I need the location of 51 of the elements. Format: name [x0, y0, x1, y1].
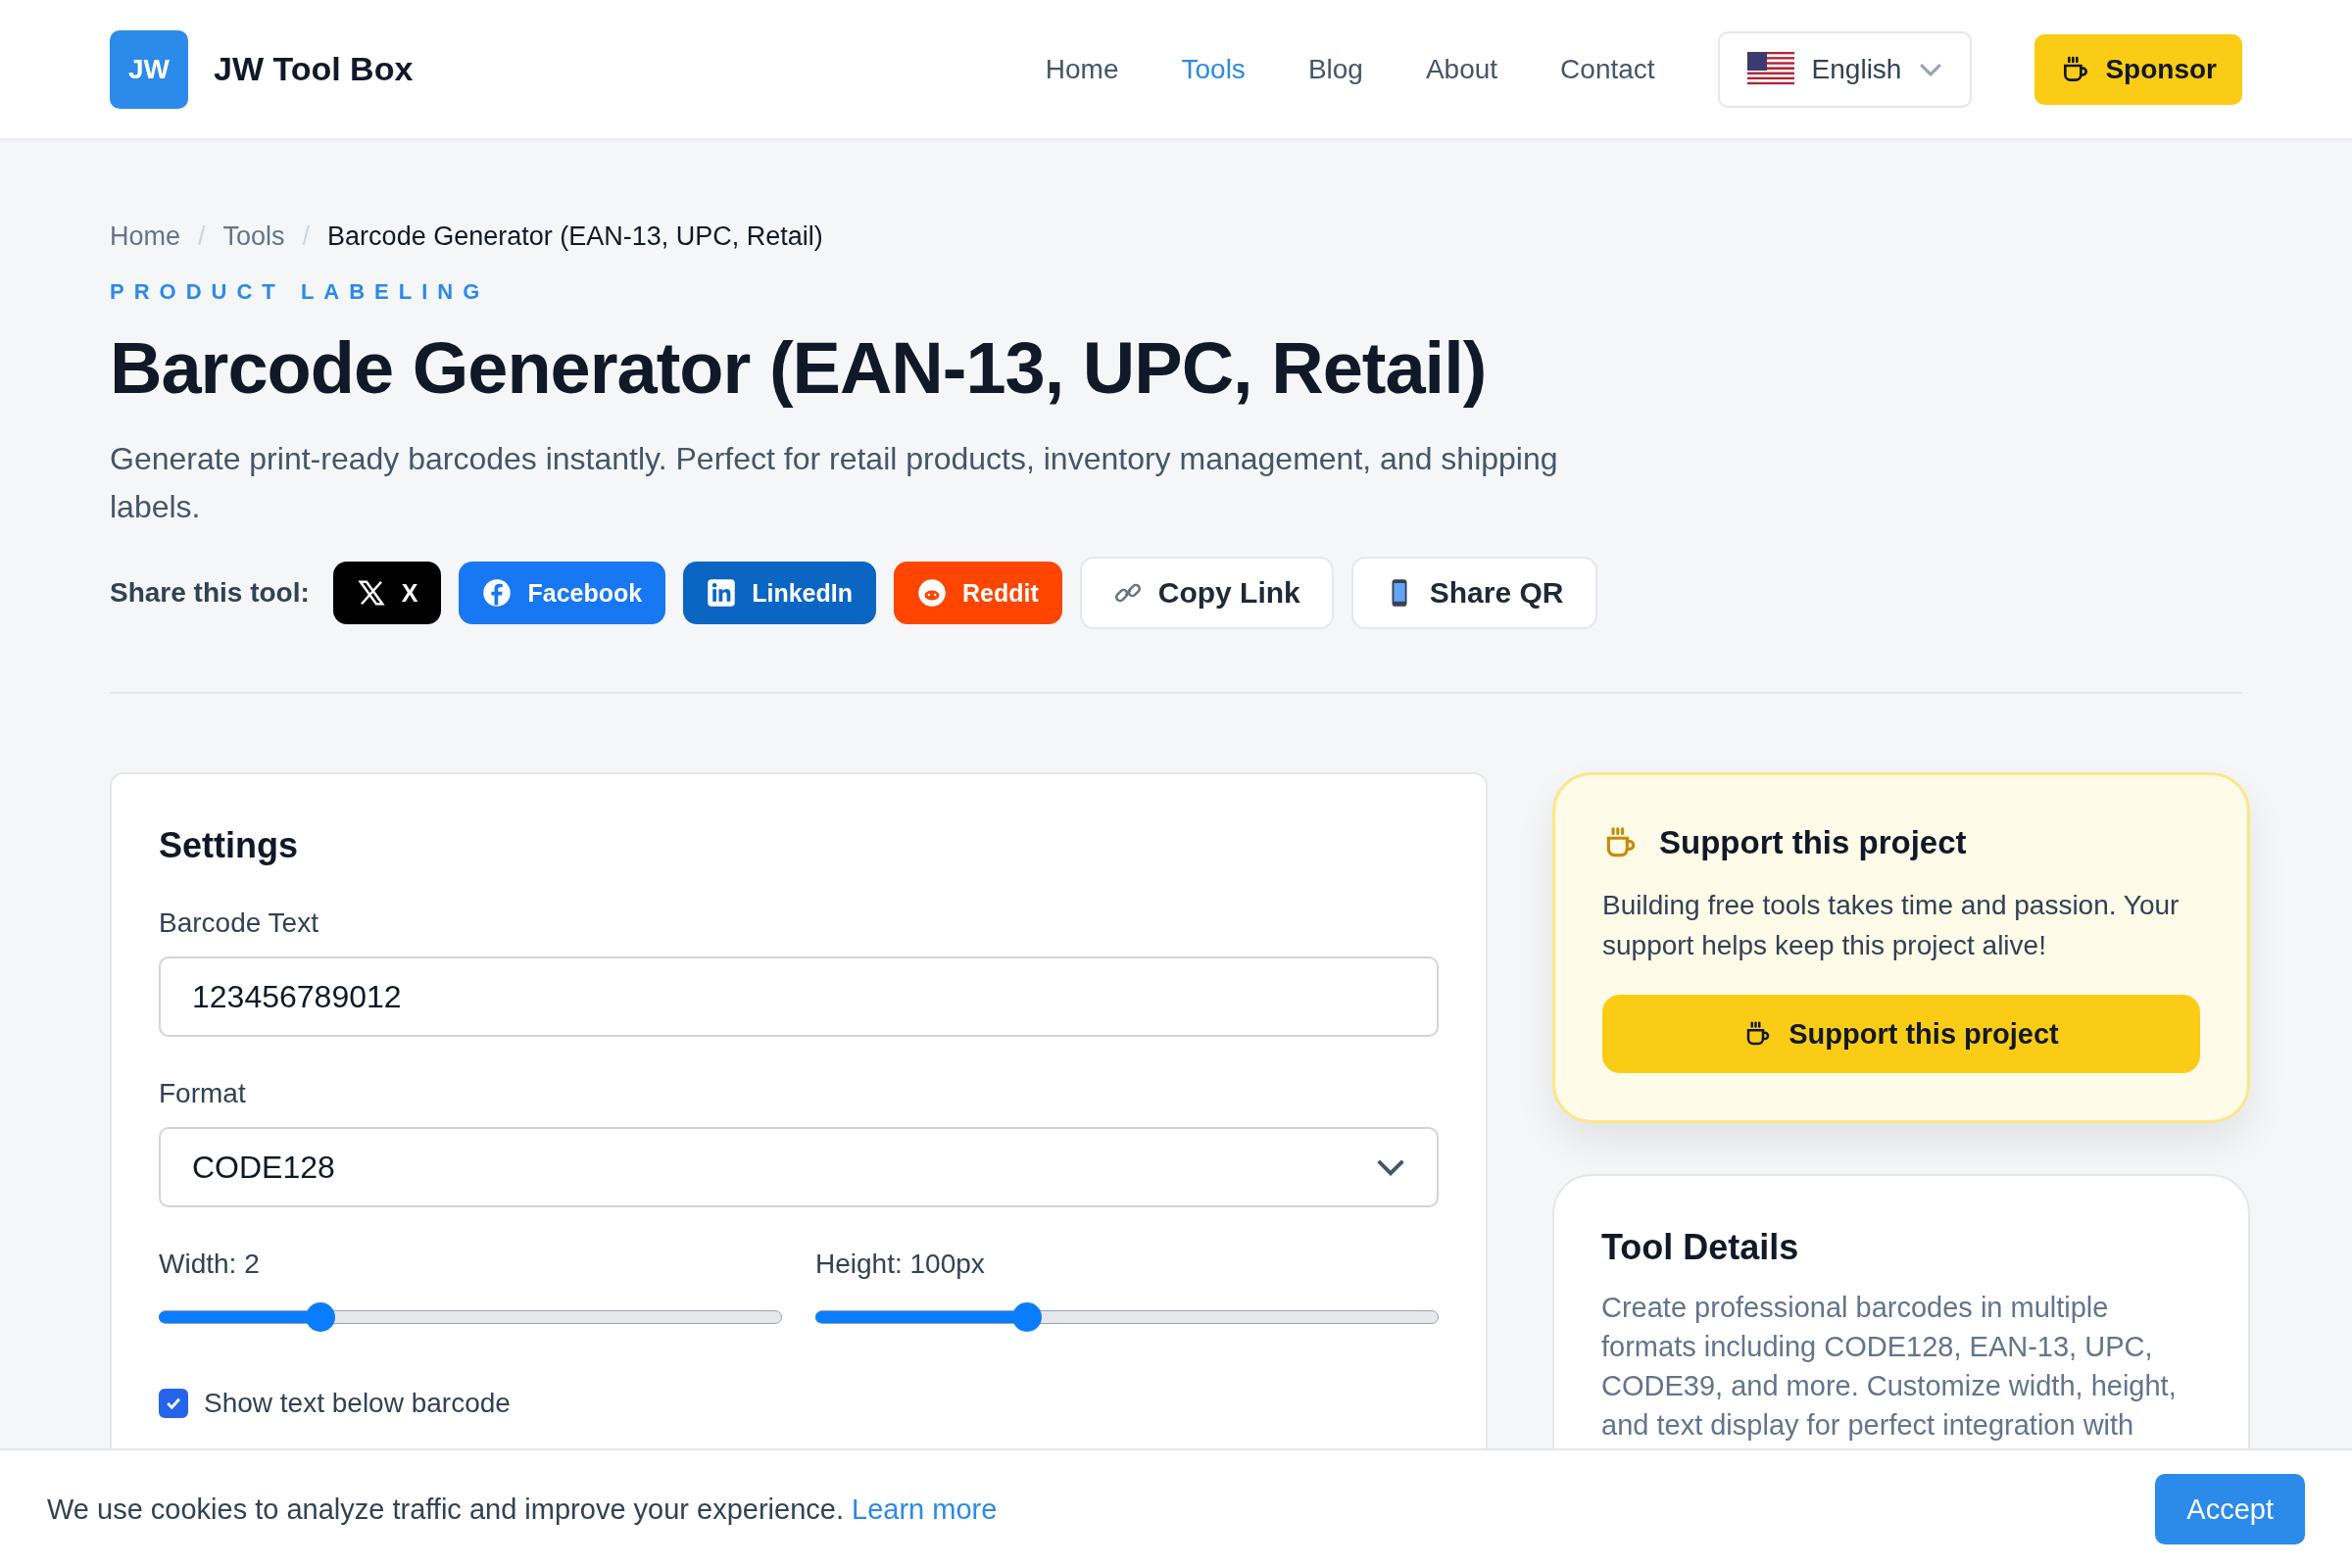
reddit-icon	[917, 578, 947, 608]
category-label: PRODUCT LABELING	[110, 279, 491, 305]
slider[interactable]	[815, 1301, 1439, 1333]
page-description: Generate print-ready barcodes instantly. Perfect for retail products, inventory management, and shipping labels.	[110, 440, 1559, 526]
support-button[interactable]: Support this project	[1602, 995, 2200, 1073]
sponsor-button[interactable]: Sponsor	[2034, 33, 2242, 105]
nav-link[interactable]: About	[1425, 53, 1498, 85]
barcode-text-field[interactable]: 123456789012	[159, 956, 1439, 1037]
checkbox-label: Show text below barcode	[204, 1388, 511, 1419]
nav-link[interactable]: Home	[1045, 53, 1119, 85]
flag-icon	[1746, 51, 1794, 87]
nav-link[interactable]: Blog	[1307, 53, 1363, 85]
share-button[interactable]: X	[332, 562, 442, 624]
breadcrumb-item[interactable]: Home	[110, 221, 181, 252]
nav-link[interactable]: Contact	[1560, 53, 1655, 85]
logo[interactable]: JW	[110, 29, 188, 109]
x-logo-icon	[356, 578, 386, 608]
share-button[interactable]: LinkedIn	[683, 562, 876, 624]
share-button[interactable]: Facebook	[459, 562, 666, 624]
slider-thumb[interactable]	[306, 1302, 336, 1332]
page-title: Barcode Generator (EAN-13, UPC, Retail)	[110, 326, 1488, 410]
share-label: Share this tool:	[110, 577, 310, 609]
support-title: Support this project	[1659, 824, 1967, 861]
site-name[interactable]: JW Tool Box	[214, 50, 414, 88]
tool-details-title: Tool Details	[1601, 1227, 1800, 1268]
breadcrumb-separator: /	[198, 221, 206, 252]
slider-thumb[interactable]	[1012, 1302, 1043, 1332]
slider-label: Height: 100px	[815, 1249, 986, 1280]
cookie-text: We use cookies to analyze traffic and improve your experience. Learn more	[47, 1493, 998, 1526]
settings-heading: Settings	[159, 825, 299, 866]
tool-details-text: Create professional barcodes in multiple formats including CODE128, EAN-13, UPC, CODE39, and more. Customize width, height, and text display for perfect integration with	[1601, 1291, 2178, 1443]
facebook-icon	[482, 578, 513, 608]
breadcrumb-separator: /	[302, 221, 311, 252]
slider[interactable]	[159, 1301, 782, 1333]
breadcrumb-item: Barcode Generator (EAN-13, UPC, Retail)	[327, 221, 823, 252]
share-button[interactable]: Copy Link	[1079, 557, 1334, 629]
accept-button[interactable]: Accept	[2155, 1474, 2305, 1544]
chevron-down-icon	[1376, 1158, 1405, 1176]
breadcrumb-item[interactable]: Tools	[222, 221, 285, 252]
nav-link[interactable]: Tools	[1181, 53, 1246, 85]
checkbox[interactable]	[159, 1389, 188, 1418]
slider-label: Width: 2	[159, 1249, 261, 1280]
support-text: Building free tools takes time and passion. Your support helps keep this project alive!	[1602, 889, 2180, 962]
learn-more-link[interactable]: Learn more	[852, 1493, 998, 1525]
language-selector[interactable]: English	[1717, 30, 1973, 108]
chevron-down-icon	[1919, 62, 1943, 76]
linkedin-icon	[707, 578, 737, 608]
field-label: Format	[159, 1078, 247, 1109]
format-dropdown[interactable]: CODE128	[159, 1127, 1439, 1207]
share-button[interactable]: Share QR	[1350, 557, 1597, 629]
field-label: Barcode Text	[159, 907, 319, 939]
